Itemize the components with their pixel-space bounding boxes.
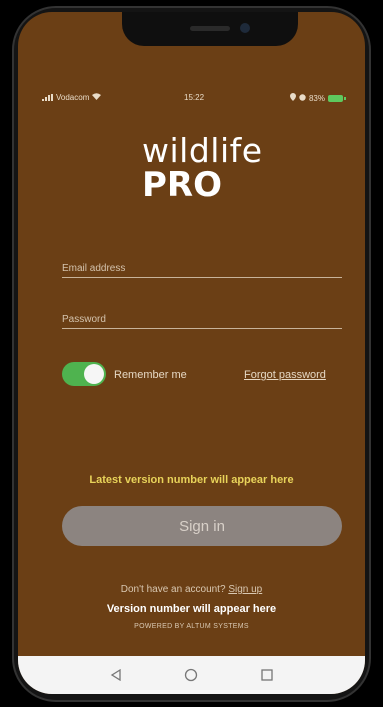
logo-pro: PRO	[142, 165, 223, 205]
app-screen: Vodacom 15:22 83% wildlife PRO Remember …	[18, 12, 365, 694]
speaker	[190, 26, 230, 31]
no-account-text: Don't have an account?	[120, 584, 226, 595]
status-left: Vodacom	[42, 93, 102, 102]
password-field[interactable]	[62, 311, 342, 328]
location-icon	[289, 93, 296, 103]
signal-icon	[42, 94, 53, 101]
wifi-icon	[92, 93, 102, 102]
camera	[240, 23, 250, 33]
back-icon[interactable]	[106, 665, 126, 685]
carrier-name: Vodacom	[56, 93, 90, 102]
remember-me-label: Remember me	[114, 369, 187, 381]
version-text: Version number will appear here	[106, 603, 277, 615]
battery-icon	[328, 94, 346, 102]
signup-prompt: Don't have an account? Sign up	[18, 584, 365, 595]
notch	[122, 12, 298, 46]
toggle-knob	[84, 364, 104, 384]
recents-icon[interactable]	[257, 665, 277, 685]
password-field-wrapper	[62, 309, 342, 329]
app-logo: wildlife PRO	[142, 134, 263, 202]
status-right: 83%	[289, 93, 346, 103]
forgot-password-link[interactable]: Forgot password	[244, 369, 326, 381]
home-icon[interactable]	[181, 665, 201, 685]
status-bar: Vodacom 15:22 83%	[18, 93, 365, 107]
logo-wildlife: wildlife	[142, 131, 263, 170]
android-nav-bar	[18, 656, 365, 694]
email-field[interactable]	[62, 260, 342, 277]
powered-by-text: POWERED BY ALTUM SYSTEMS	[134, 623, 249, 630]
sign-in-button[interactable]: Sign in	[62, 506, 342, 546]
email-field-wrapper	[62, 258, 342, 278]
latest-version-text: Latest version number will appear here	[89, 474, 294, 486]
sign-up-link[interactable]: Sign up	[228, 584, 262, 595]
status-time: 15:22	[184, 93, 205, 102]
remember-me-toggle[interactable]	[62, 362, 106, 386]
battery-percent: 83%	[308, 93, 325, 103]
alarm-icon	[299, 93, 306, 103]
